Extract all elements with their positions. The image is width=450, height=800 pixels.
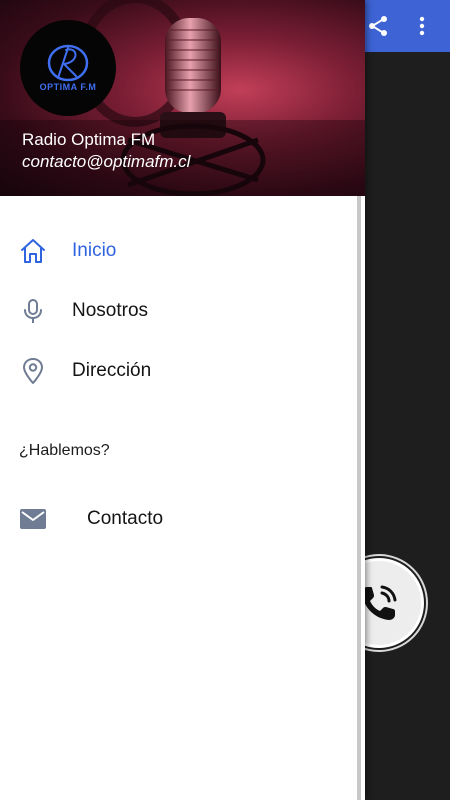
home-icon [19,237,47,265]
menu-item-nosotros[interactable]: Nosotros [0,283,358,339]
navigation-drawer: OPTIMA F.M Radio Optima FM contacto@opti… [0,0,365,800]
station-logo: OPTIMA F.M [20,20,116,116]
station-name: Radio Optima FM [22,130,156,149]
station-email[interactable]: contacto@optimafm.cl [22,152,190,172]
share-button[interactable] [360,8,396,44]
logo-emblem-icon [47,44,89,82]
more-vert-icon [419,16,425,36]
logo-text: OPTIMA F.M [39,82,97,92]
menu-item-label: Nosotros [72,300,149,321]
drawer-header: OPTIMA F.M Radio Optima FM contacto@opti… [0,0,365,196]
menu-item-direccion[interactable]: Dirección [0,343,358,399]
menu-item-inicio[interactable]: Inicio [0,223,358,279]
menu-item-contacto[interactable]: Contacto [0,491,358,547]
share-icon [369,16,387,36]
drawer-scrollbar[interactable] [357,196,361,800]
more-options-button[interactable] [404,8,440,44]
menu-item-label: Dirección [72,360,152,381]
menu-item-label: Inicio [72,240,117,261]
mail-icon [19,505,47,533]
section-header-hablemos: ¿Hablemos? [19,442,110,459]
menu-item-label: Contacto [87,508,164,529]
location-pin-icon [19,357,47,385]
microphone-icon [19,297,47,325]
